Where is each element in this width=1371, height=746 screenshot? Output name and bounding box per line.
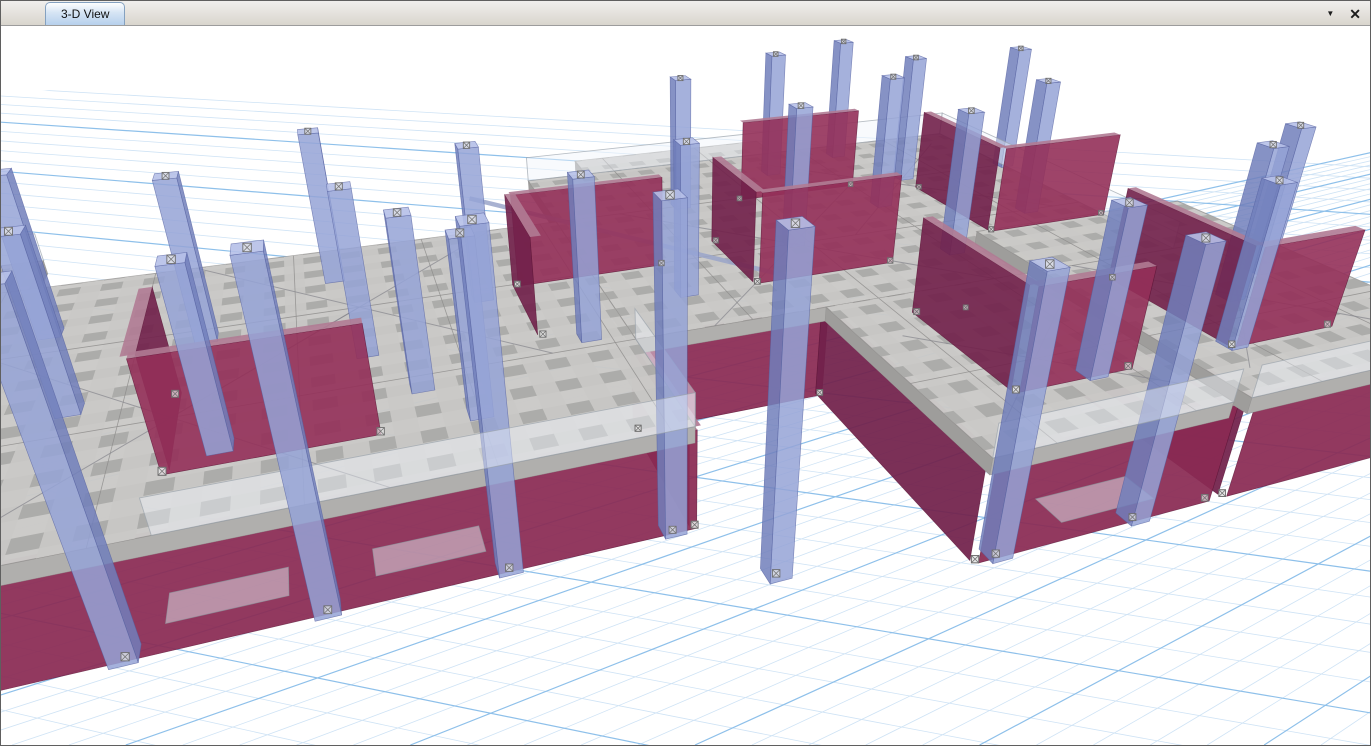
view-tab-bar: 3-D View ▼ ✕ [1,1,1370,26]
3d-viewport[interactable] [1,26,1370,745]
close-view-icon[interactable]: ✕ [1349,7,1361,21]
tab-list-dropdown-icon[interactable]: ▼ [1326,10,1334,18]
3d-view-window: 3-D View ▼ ✕ [0,0,1371,746]
tab-bar-controls: ▼ ✕ [1326,1,1361,26]
tab-3d-view[interactable]: 3-D View [45,2,125,25]
tab-3d-view-label: 3-D View [61,7,109,21]
scene-canvas [1,26,1370,745]
column [653,189,687,539]
